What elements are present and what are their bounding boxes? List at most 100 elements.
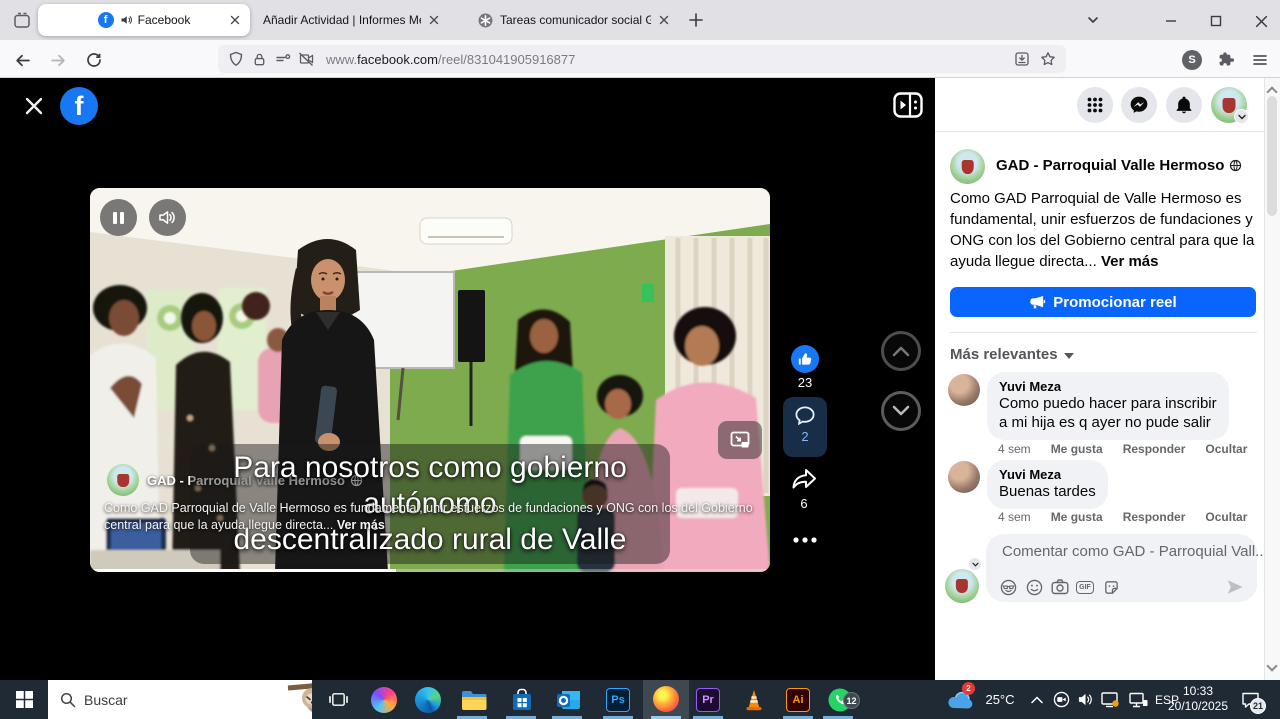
meet-now-icon[interactable]	[1050, 680, 1072, 719]
sticker-icon[interactable]	[1102, 578, 1120, 596]
new-tab-button[interactable]	[686, 10, 706, 30]
file-explorer-icon[interactable]	[459, 680, 489, 719]
more-options-icon[interactable]	[792, 536, 818, 544]
commenter-avatar[interactable]	[948, 461, 980, 493]
address-bar[interactable]: www.facebook.com/reel/831041905916877	[218, 45, 1066, 73]
messenger-icon[interactable]	[1121, 87, 1157, 123]
send-comment-icon[interactable]	[1226, 578, 1244, 596]
previous-reel-button[interactable]	[881, 331, 921, 371]
close-reel-icon[interactable]	[20, 92, 48, 120]
taskbar-search[interactable]: Buscar	[48, 680, 312, 719]
menu-hamburger-icon[interactable]	[1248, 48, 1272, 72]
vlc-icon[interactable]	[737, 680, 771, 719]
tab-tareas[interactable]: Tareas comunicador social GAD	[478, 0, 670, 40]
see-more-link[interactable]: Ver más	[337, 518, 385, 532]
composer-avatar-chevron-icon[interactable]	[968, 557, 982, 571]
page-avatar[interactable]	[950, 149, 985, 184]
taskbar-clock[interactable]: 10:33 20/10/2025	[1166, 684, 1230, 714]
outlook-icon[interactable]	[553, 680, 583, 719]
tab-facebook[interactable]: f Facebook	[38, 4, 250, 36]
reply-link[interactable]: Responder	[1123, 510, 1186, 524]
extension-s-icon[interactable]: S	[1180, 48, 1204, 72]
maximize-button[interactable]	[1201, 11, 1231, 31]
promote-reel-button[interactable]: Promocionar reel	[950, 287, 1256, 317]
share-button[interactable]	[790, 466, 818, 492]
scrollbar-thumb[interactable]	[1267, 96, 1277, 216]
microsoft-store-icon[interactable]	[507, 680, 537, 719]
hide-link[interactable]: Ocultar	[1205, 510, 1247, 524]
url-text[interactable]: www.facebook.com/reel/831041905916877	[326, 52, 1014, 67]
avatar-sticker-icon[interactable]	[999, 578, 1017, 596]
commenter-avatar[interactable]	[948, 374, 980, 406]
firefox-view-icon[interactable]	[10, 9, 34, 33]
profile-chevron-icon[interactable]	[1234, 109, 1249, 124]
temperature-label[interactable]: 25°C	[980, 680, 1020, 719]
composer-placeholder[interactable]: Comentar como GAD - Parroquial Vall...	[1002, 543, 1268, 560]
volume-tray-icon[interactable]	[1074, 680, 1096, 719]
tab-audio-icon[interactable]	[120, 14, 132, 26]
comment-button[interactable]: 2	[783, 397, 827, 457]
comment-time[interactable]: 4 sem	[998, 510, 1031, 524]
page-avatar[interactable]	[107, 464, 139, 496]
illustrator-icon[interactable]: Ai	[781, 680, 815, 719]
sort-comments-dropdown[interactable]: Más relevantes	[950, 346, 1074, 363]
firefox-icon[interactable]	[643, 680, 689, 719]
reload-button[interactable]	[82, 48, 106, 72]
tab-informes[interactable]: Añadir Actividad | Informes Mensua	[263, 0, 463, 40]
reply-link[interactable]: Responder	[1123, 442, 1186, 456]
gif-icon[interactable]: GIF	[1076, 578, 1094, 596]
volume-button[interactable]	[149, 199, 186, 236]
minimize-button[interactable]	[1156, 11, 1186, 31]
camera-icon[interactable]	[1051, 578, 1069, 596]
permissions-icon[interactable]	[275, 51, 291, 67]
shield-icon[interactable]	[228, 51, 244, 67]
comment-time[interactable]: 4 sem	[998, 442, 1031, 456]
start-button[interactable]	[8, 680, 40, 719]
comment-composer[interactable]: Comentar como GAD - Parroquial Vall... G…	[986, 534, 1257, 602]
task-view-icon[interactable]	[323, 680, 353, 719]
notifications-bell-icon[interactable]	[1166, 87, 1202, 123]
display-notification-icon[interactable]	[1098, 680, 1122, 719]
bookmark-star-icon[interactable]	[1040, 51, 1056, 67]
picture-in-picture-icon[interactable]	[718, 421, 762, 459]
comment-text: Buenas tardes	[999, 482, 1096, 501]
list-tabs-chevron-icon[interactable]	[1086, 13, 1100, 27]
url-prefix: www.	[326, 52, 357, 67]
forward-button[interactable]	[46, 48, 70, 72]
edge-icon[interactable]	[413, 680, 443, 719]
collapse-panel-icon[interactable]	[893, 92, 923, 118]
next-reel-button[interactable]	[881, 391, 921, 431]
save-page-icon[interactable]	[1014, 51, 1030, 67]
extensions-puzzle-icon[interactable]	[1214, 48, 1238, 72]
tab-close-icon[interactable]	[227, 12, 243, 28]
apps-grid-icon[interactable]	[1077, 87, 1113, 123]
composer-avatar[interactable]	[945, 569, 979, 603]
photoshop-icon[interactable]: Ps	[601, 680, 635, 719]
hide-link[interactable]: Ocultar	[1205, 442, 1247, 456]
thumbs-up-icon	[791, 345, 819, 373]
video-progress-bar[interactable]	[90, 569, 770, 572]
autoplay-blocked-icon[interactable]	[298, 51, 314, 67]
like-link[interactable]: Me gusta	[1051, 510, 1103, 524]
overlay-description-text: Como GAD Parroquial de Valle Hermoso es …	[104, 501, 753, 532]
copilot-icon[interactable]	[369, 680, 399, 719]
network-icon[interactable]	[1126, 680, 1150, 719]
back-button[interactable]	[10, 48, 34, 72]
page-name[interactable]: GAD - Parroquial Valle Hermoso	[996, 157, 1242, 174]
emoji-smiley-icon[interactable]	[1025, 578, 1043, 596]
comment-bubble-icon	[793, 404, 817, 428]
like-link[interactable]: Me gusta	[1051, 442, 1103, 456]
lock-icon[interactable]	[252, 52, 267, 67]
facebook-logo[interactable]: f	[60, 87, 98, 125]
close-window-button[interactable]	[1246, 11, 1276, 31]
comment-author[interactable]: Yuvi Meza	[999, 467, 1096, 482]
see-more-link[interactable]: Ver más	[1101, 253, 1159, 270]
tab-close-icon[interactable]	[658, 14, 670, 26]
tab-close-icon[interactable]	[428, 14, 440, 26]
tray-chevron-up-icon[interactable]	[1026, 680, 1048, 719]
comment-author[interactable]: Yuvi Meza	[999, 379, 1217, 394]
reel-video[interactable]: Para nosotros como gobierno autónomo des…	[90, 188, 770, 572]
like-button[interactable]	[791, 345, 819, 373]
pause-button[interactable]	[100, 199, 137, 236]
premiere-icon[interactable]: Pr	[691, 680, 725, 719]
